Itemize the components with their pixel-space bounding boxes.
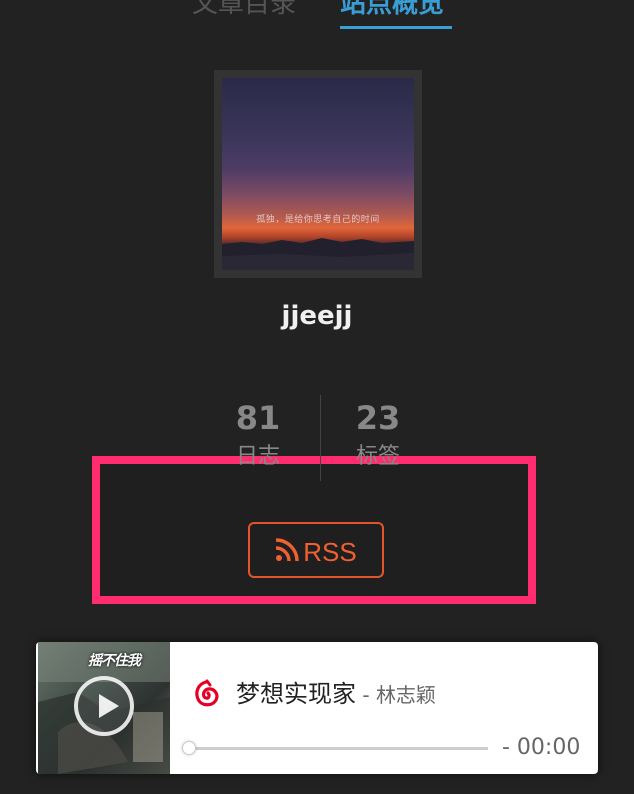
time-display: - 00:00	[502, 735, 581, 760]
avatar-horizon-shape	[222, 238, 414, 270]
avatar-image: 孤独，是给你思考自己的时间	[222, 78, 414, 270]
tags-label: 标签	[355, 444, 400, 469]
netease-music-icon	[189, 677, 223, 711]
album-cover: 摇不住我	[38, 642, 170, 774]
rss-label: RSS	[303, 537, 357, 568]
posts-stat[interactable]: 81 日志	[198, 396, 318, 472]
posts-label: 日志	[235, 444, 280, 469]
song-title: 梦想实现家	[236, 680, 356, 708]
album-cover-title: 摇不住我	[88, 653, 141, 669]
rss-button[interactable]: RSS	[248, 522, 384, 578]
progress-bar[interactable]	[186, 747, 488, 750]
tags-stat[interactable]: 23 标签	[318, 396, 438, 472]
progress-thumb[interactable]	[182, 741, 196, 755]
tab-toc[interactable]: 文章目录	[192, 0, 296, 22]
active-tab-indicator	[340, 26, 452, 29]
site-author-name: jjeejj	[281, 301, 353, 331]
song-separator: -	[356, 683, 376, 707]
play-button[interactable]	[74, 676, 134, 736]
tags-count: 23	[355, 399, 401, 437]
song-artist: 林志颖	[375, 683, 436, 707]
music-player: 摇不住我 梦想实现家 - 林志颖 - 00:00	[36, 642, 598, 774]
tab-overview[interactable]: 站点概览	[340, 0, 444, 22]
avatar-caption: 孤独，是给你思考自己的时间	[256, 215, 380, 225]
song-info: 梦想实现家 - 林志颖	[236, 676, 436, 713]
rss-icon	[276, 538, 299, 562]
sidebar-tabs: 文章目录 站点概览	[0, 0, 634, 30]
author-avatar: 孤独，是给你思考自己的时间	[214, 70, 422, 278]
posts-count: 81	[235, 399, 281, 437]
